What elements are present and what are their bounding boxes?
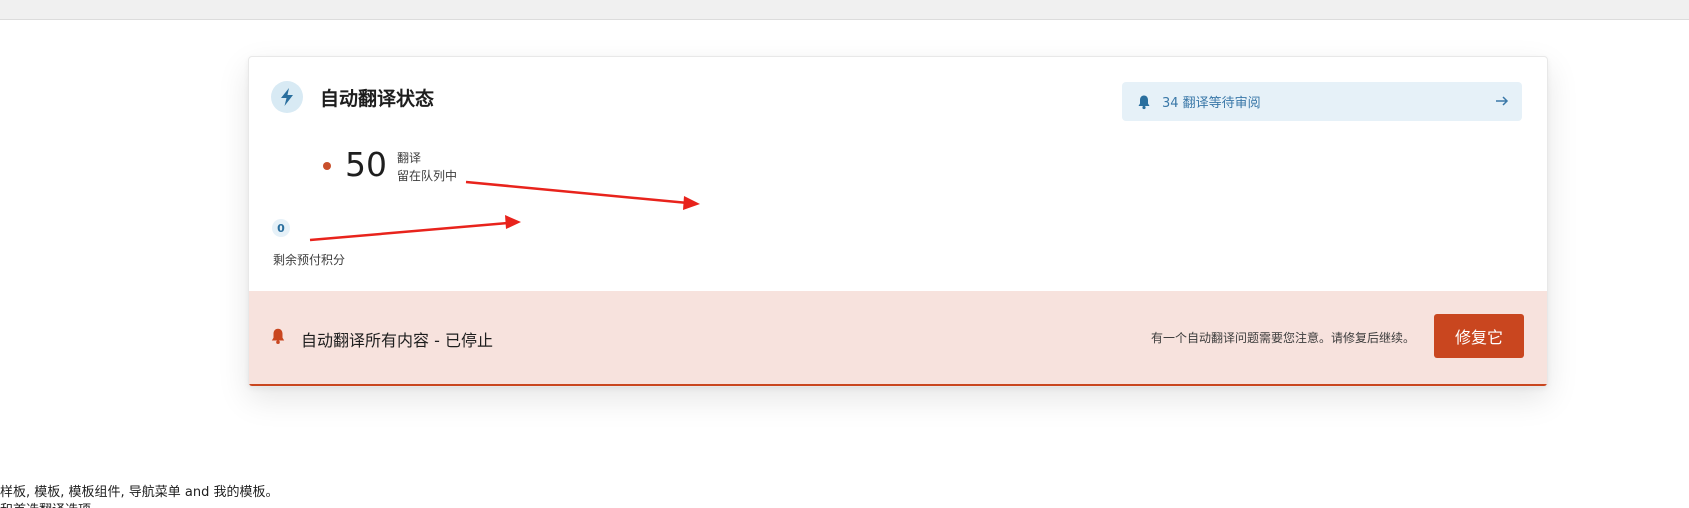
translations-awaiting-review-banner[interactable]: 34 翻译等待审阅 [1122, 82, 1522, 121]
alert-notice-text: 有一个自动翻译问题需要您注意。请修复后继续。 [1151, 331, 1416, 345]
card-title: 自动翻译状态 [320, 88, 435, 110]
auto-translation-status-card: 自动翻译状态 34 翻译等待审阅 50 翻译 留在队列中 0 剩余预付积分 自动… [248, 56, 1548, 387]
bell-icon [1138, 95, 1150, 109]
fix-button[interactable]: 修复它 [1434, 314, 1524, 358]
arrow-right-icon [1496, 96, 1509, 106]
browser-top-bar [0, 0, 1689, 20]
settings-description-line2: 和首选翻译选项。 [0, 499, 104, 508]
queue-count: 50 [345, 145, 387, 184]
queue-label-line1: 翻译 [397, 151, 422, 165]
queue-label-line2: 留在队列中 [397, 169, 458, 183]
alert-status-text: 自动翻译所有内容 - 已停止 [301, 331, 493, 350]
translation-stopped-alert: 自动翻译所有内容 - 已停止 有一个自动翻译问题需要您注意。请修复后继续。 修复… [249, 291, 1547, 386]
review-banner-text: 34 翻译等待审阅 [1162, 96, 1261, 111]
bell-icon [271, 328, 285, 344]
credits-label: 剩余预付积分 [273, 253, 346, 267]
queue-status-dot [323, 162, 331, 170]
lightning-icon [271, 81, 303, 113]
settings-description-line1: 样板, 模板, 模板组件, 导航菜单 and 我的模板。 [0, 485, 279, 500]
credits-badge: 0 [272, 219, 290, 237]
